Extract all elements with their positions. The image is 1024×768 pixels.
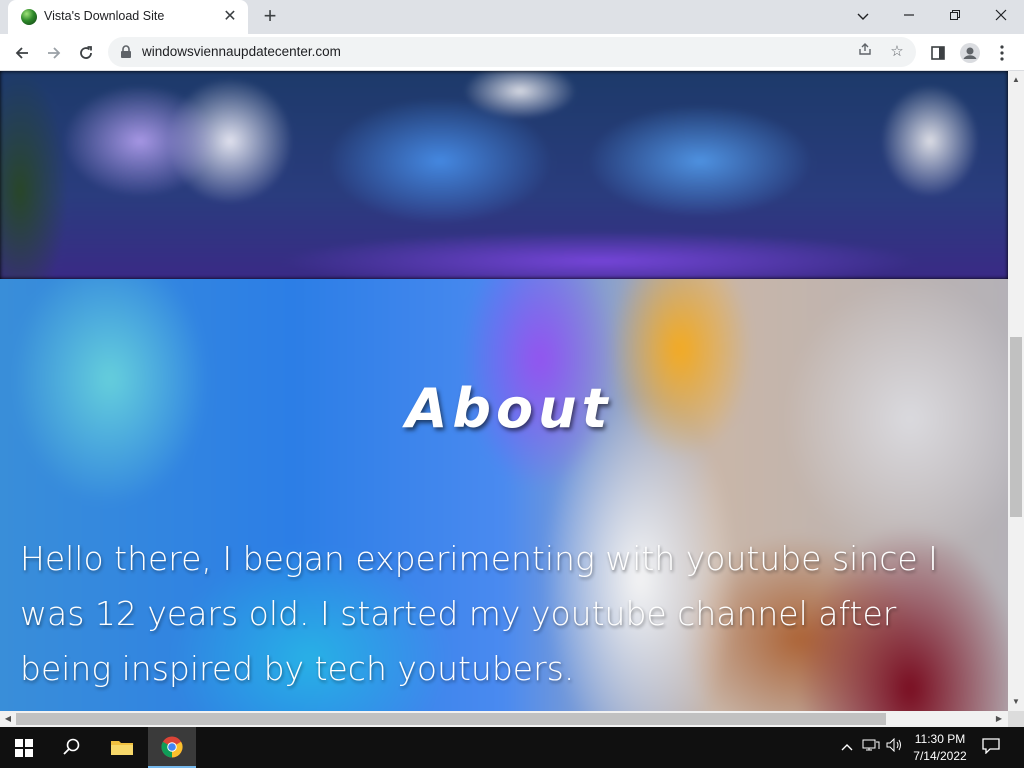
back-button[interactable] [8,39,36,67]
site-favicon-icon [21,9,37,25]
menu-button[interactable] [988,39,1016,67]
tab-strip: Vista's Download Site ✕ + [0,0,1024,34]
browser-toolbar: windowsviennaupdatecenter.com ☆ [0,34,1024,71]
minimize-button[interactable] [886,0,932,34]
more-vert-icon [1000,45,1004,61]
reload-button[interactable] [72,39,100,67]
scroll-up-arrow-icon[interactable]: ▲ [1008,73,1024,87]
search-icon [63,738,80,755]
tab-title: Vista's Download Site [44,9,165,23]
side-panel-button[interactable] [924,39,952,67]
horizontal-scrollbar[interactable]: ◀ ▶ [0,711,1008,727]
restore-button[interactable] [932,0,978,34]
scrollbar-corner [1008,711,1024,727]
system-clock[interactable]: 11:30 PM 7/14/2022 [906,731,974,765]
clock-time: 11:30 PM [914,732,966,746]
volume-icon[interactable] [886,737,904,756]
network-icon[interactable] [862,738,880,756]
share-icon[interactable] [854,42,876,62]
chrome-icon [161,736,183,758]
new-tab-button[interactable]: + [258,5,282,29]
reload-icon [80,46,92,59]
action-center-icon[interactable] [982,738,1000,756]
about-paragraph: Hello there, I began experimenting with … [20,539,938,688]
address-bar[interactable]: windowsviennaupdatecenter.com ☆ [108,37,916,67]
folder-icon [111,741,133,755]
about-heading: About [405,377,613,440]
clock-date: 7/14/2022 [913,749,967,763]
search-button[interactable] [48,727,96,768]
chevron-down-icon [857,13,869,20]
about-section: About Hello there, I began experimenting… [0,279,1008,711]
horizontal-scroll-thumb[interactable] [16,713,886,725]
close-icon [995,9,1007,21]
minimize-icon [904,14,914,16]
tab-search-button[interactable] [840,0,886,34]
tab-active[interactable]: Vista's Download Site ✕ [8,0,248,34]
taskbar: 11:30 PM 7/14/2022 [0,727,1024,768]
bookmark-star-icon[interactable]: ☆ [886,42,908,62]
back-arrow-icon [15,47,28,59]
page-viewport: About Hello there, I began experimenting… [0,71,1008,711]
forward-arrow-icon [48,47,61,59]
hero-image [0,71,1008,279]
restore-icon [950,10,960,20]
profile-avatar-icon [960,43,980,63]
scroll-left-arrow-icon[interactable]: ◀ [1,711,15,727]
tab-close-icon[interactable]: ✕ [220,7,240,27]
windows-logo-icon [15,739,33,757]
file-explorer-button[interactable] [98,727,146,768]
chrome-taskbar-button[interactable] [148,727,196,768]
lock-icon[interactable] [120,45,132,59]
start-button[interactable] [0,727,48,768]
side-panel-icon [931,46,945,60]
forward-button[interactable] [40,39,68,67]
vertical-scrollbar[interactable]: ▲ ▼ [1008,71,1024,711]
profile-button[interactable] [956,39,984,67]
vertical-scroll-thumb[interactable] [1010,337,1022,517]
scroll-right-arrow-icon[interactable]: ▶ [992,711,1006,727]
show-hidden-icons-icon[interactable] [838,738,856,756]
url-text[interactable]: windowsviennaupdatecenter.com [142,44,341,59]
scroll-down-arrow-icon[interactable]: ▼ [1008,695,1024,709]
close-window-button[interactable] [978,0,1024,34]
